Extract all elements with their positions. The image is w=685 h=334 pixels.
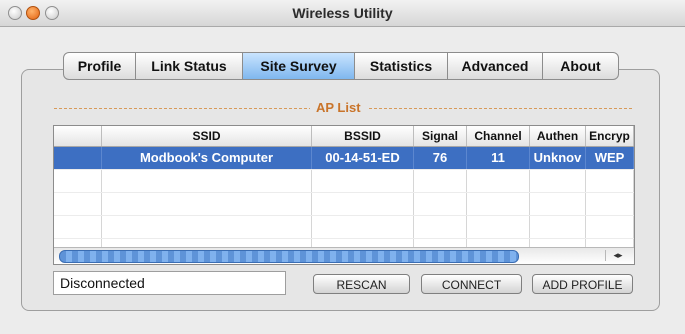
cell-bssid: 00-14-51-ED — [312, 147, 414, 169]
empty-table-row — [54, 216, 634, 239]
rescan-button[interactable]: RESCAN — [313, 274, 410, 294]
column-header-ssid[interactable]: SSID — [102, 126, 312, 146]
add-profile-button[interactable]: ADD PROFILE — [532, 274, 633, 294]
window-title: Wireless Utility — [292, 5, 393, 21]
column-header-encryp[interactable]: Encryp — [586, 126, 634, 146]
scroll-arrows-icon[interactable]: ◂▸ — [605, 250, 630, 261]
column-header-signal[interactable]: Signal — [414, 126, 467, 146]
column-header-icon[interactable] — [54, 126, 102, 146]
cell-signal: 76 — [414, 147, 467, 169]
table-body: Modbook's Computer 00-14-51-ED 76 11 Unk… — [54, 147, 634, 262]
tab-profile[interactable]: Profile — [64, 53, 136, 79]
cell-encryp: WEP — [586, 147, 634, 169]
horizontal-scrollbar[interactable]: ◂▸ — [54, 247, 634, 264]
column-header-channel[interactable]: Channel — [467, 126, 530, 146]
table-row[interactable]: Modbook's Computer 00-14-51-ED 76 11 Unk… — [54, 147, 634, 170]
cell-authen: Unknov — [530, 147, 586, 169]
ap-list-table[interactable]: SSID BSSID Signal Channel Authen Encryp … — [53, 125, 635, 265]
cell-icon — [54, 147, 102, 169]
tab-advanced[interactable]: Advanced — [448, 53, 543, 79]
wireless-utility-window: Wireless Utility Profile Link Status Sit… — [0, 0, 685, 334]
tab-site-survey[interactable]: Site Survey — [243, 53, 355, 79]
table-header: SSID BSSID Signal Channel Authen Encryp — [54, 126, 634, 147]
column-header-bssid[interactable]: BSSID — [312, 126, 414, 146]
tab-statistics[interactable]: Statistics — [355, 53, 448, 79]
title-bar: Wireless Utility — [0, 0, 685, 27]
cell-channel: 11 — [467, 147, 530, 169]
scrollbar-thumb[interactable] — [59, 250, 519, 263]
empty-table-row — [54, 170, 634, 193]
tab-link-status[interactable]: Link Status — [136, 53, 243, 79]
column-header-authen[interactable]: Authen — [530, 126, 586, 146]
cell-ssid: Modbook's Computer — [102, 147, 312, 169]
tab-about[interactable]: About — [543, 53, 618, 79]
connection-status-field: Disconnected — [53, 271, 286, 295]
tab-bar: Profile Link Status Site Survey Statisti… — [63, 52, 619, 80]
ap-list-label: AP List — [310, 100, 367, 115]
connect-button[interactable]: CONNECT — [421, 274, 522, 294]
empty-table-row — [54, 193, 634, 216]
